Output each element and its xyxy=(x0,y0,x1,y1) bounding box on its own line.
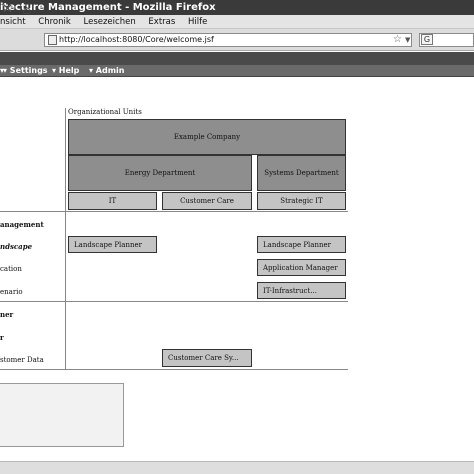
row-label-r[interactable]: r xyxy=(0,333,4,342)
menu-extras[interactable]: Extras xyxy=(148,17,175,27)
menu-help[interactable]: Hilfe xyxy=(188,17,207,27)
cell-landscape-planner-strategic[interactable]: Landscape Planner xyxy=(257,236,346,253)
unit-strategic-it[interactable]: Strategic IT xyxy=(257,192,346,210)
unit-systems-department[interactable]: Systems Department xyxy=(257,155,346,191)
browser-menu-bar: nsicht Chronik Lesezeichen Extras Hilfe xyxy=(0,15,474,29)
search-engine-icon[interactable]: G xyxy=(421,34,433,45)
menu-bookmarks[interactable]: Lesezeichen xyxy=(84,17,136,27)
cell-it-infrastructure[interactable]: IT-Infrastruct... xyxy=(257,282,346,299)
row-label-application[interactable]: cation xyxy=(0,265,22,273)
app-menu-help[interactable]: ▾ Help xyxy=(52,65,79,77)
browser-status-bar xyxy=(0,461,474,474)
app-header-bar xyxy=(0,52,474,65)
unit-customer-care[interactable]: Customer Care xyxy=(162,192,252,210)
unit-it[interactable]: IT xyxy=(68,192,157,210)
url-text: http://localhost:8080/Core/welcome.jsf xyxy=(59,35,214,44)
page-icon xyxy=(48,35,57,45)
group-divider xyxy=(0,211,348,212)
menu-view[interactable]: nsicht xyxy=(0,17,26,27)
matrix-header: Organizational Units xyxy=(68,108,142,116)
unit-energy-department[interactable]: Energy Department xyxy=(68,155,252,191)
app-menu-admin[interactable]: ▾ Admin xyxy=(89,65,125,77)
cell-customer-care-system[interactable]: Customer Care Sy... xyxy=(162,349,252,367)
url-bar[interactable]: http://localhost:8080/Core/welcome.jsf xyxy=(44,33,412,47)
group-label-owner: ner xyxy=(0,310,14,319)
side-panel xyxy=(0,383,124,447)
matrix-bottom-border xyxy=(0,369,348,370)
row-label-scenario[interactable]: enario xyxy=(0,288,23,296)
cell-landscape-planner-it[interactable]: Landscape Planner xyxy=(68,236,157,253)
group-divider xyxy=(0,301,348,302)
group-label-management: anagement xyxy=(0,220,44,229)
menu-history[interactable]: Chronik xyxy=(38,17,71,27)
unit-example-company[interactable]: Example Company xyxy=(68,119,346,155)
row-label-landscape[interactable]: ndscape xyxy=(0,242,32,251)
bookmark-star-icon[interactable]: ☆ xyxy=(393,34,402,46)
row-label-customer-data[interactable]: stomer Data xyxy=(0,356,44,364)
home-icon[interactable]: ⌂ xyxy=(22,3,36,17)
url-dropdown-icon[interactable]: ▼ xyxy=(405,35,410,45)
cell-application-manager[interactable]: Application Manager xyxy=(257,259,346,276)
matrix-column-divider xyxy=(65,108,66,370)
stop-icon[interactable]: ✕ xyxy=(2,3,16,17)
window-title-bar: itecture Management - Mozilla Firefox xyxy=(0,0,474,15)
app-menu-settings[interactable]: ▾ Settings xyxy=(3,65,48,77)
